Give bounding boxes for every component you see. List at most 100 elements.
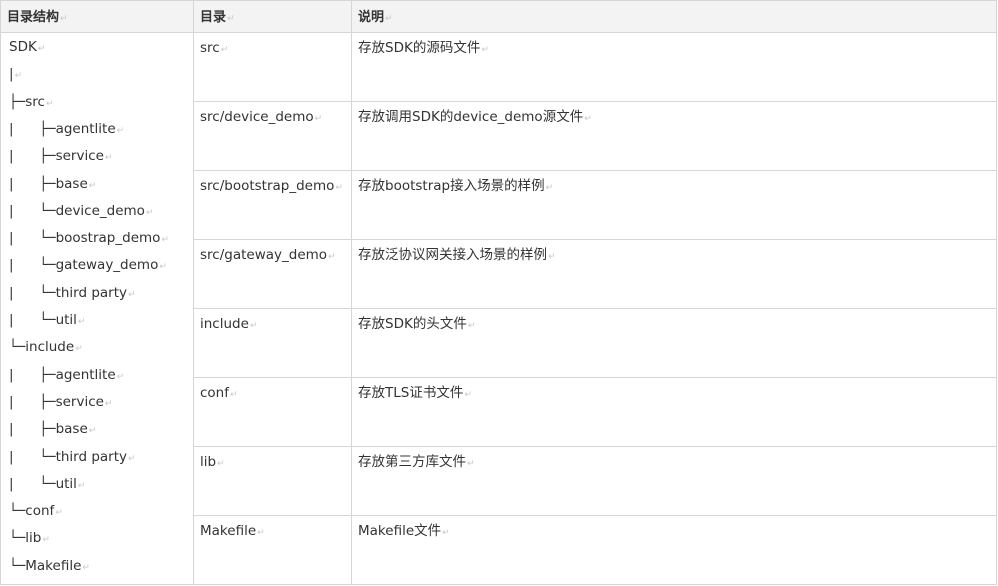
tree-connector: | ├─ [9, 175, 56, 192]
paragraph-mark-icon: ↵ [116, 371, 125, 382]
tree-item-label: agentlite [55, 366, 116, 383]
paragraph-mark-icon: ↵ [442, 528, 450, 538]
paragraph-mark-icon: ↵ [217, 459, 225, 469]
tree-item: └─include↵ [9, 335, 83, 359]
tree-item: | ├─agentlite↵ [9, 363, 124, 387]
table-row: conf↵ 存放TLS证书文件↵ [194, 378, 997, 447]
directory-cell: src/gateway_demo↵ [200, 244, 336, 268]
directory-name: src/bootstrap_demo [200, 178, 335, 194]
description-cell: 存放TLS证书文件↵ [358, 382, 472, 406]
paragraph-mark-icon: ↵ [220, 45, 229, 55]
directory-name: src/gateway_demo [200, 247, 328, 263]
table-row: src/bootstrap_demo↵ 存放bootstrap接入场景的样例↵ [194, 171, 997, 240]
description-text: 存放SDK的源码文件 [358, 40, 481, 56]
tree-connector: | ├─ [9, 393, 56, 410]
description-text: 存放SDK的头文件 [358, 316, 467, 332]
paragraph-mark-icon: ↵ [481, 45, 489, 55]
tree-item-label: base [55, 421, 88, 438]
tree-item-label: agentlite [55, 120, 116, 137]
tree-item: | └─util↵ [9, 308, 85, 332]
table-row: include↵ 存放SDK的头文件↵ [194, 309, 997, 378]
table-row: lib↵ 存放第三方库文件↵ [194, 447, 997, 516]
header-description-label: 说明 [358, 10, 385, 25]
tree-item: | ├─base↵ [9, 172, 96, 196]
description-cell: 存放bootstrap接入场景的样例↵ [358, 175, 553, 199]
tree-item: SDK↵ [9, 35, 45, 59]
tree-item-label: boostrap_demo [55, 230, 161, 247]
tree-item: | ├─service↵ [9, 144, 112, 168]
tree-item: | └─third party↵ [9, 281, 136, 305]
tree-connector: └─ [9, 557, 26, 574]
description-text: 存放调用SDK的device_demo源文件 [358, 109, 584, 125]
description-text: 存放第三方库文件 [358, 454, 466, 470]
paragraph-mark-icon: ↵ [88, 180, 97, 191]
description-cell: 存放SDK的头文件↵ [358, 313, 475, 337]
tree-connector: └─ [9, 339, 26, 356]
paragraph-mark-icon: ↵ [60, 14, 68, 24]
paragraph-mark-icon: ↵ [584, 114, 592, 124]
header-description: 说明↵ [352, 1, 393, 32]
tree-item: └─conf↵ [9, 499, 63, 523]
header-directory: 目录↵ [194, 1, 235, 32]
paragraph-mark-icon: ↵ [328, 252, 336, 262]
directory-cell: src/bootstrap_demo↵ [200, 175, 343, 199]
header-structure-label: 目录结构 [7, 10, 60, 25]
tree-connector: | └─ [9, 257, 56, 274]
tree-connector: | └─ [9, 230, 56, 247]
paragraph-mark-icon: ↵ [88, 426, 97, 437]
directory-cell: conf↵ [200, 382, 238, 406]
tree-item: | └─util↵ [9, 472, 85, 496]
paragraph-mark-icon: ↵ [548, 252, 556, 262]
paragraph-mark-icon: ↵ [227, 14, 235, 24]
paragraph-mark-icon: ↵ [467, 321, 476, 331]
tree-item-label: base [55, 175, 88, 192]
tree-item: | └─device_demo↵ [9, 199, 154, 223]
tree-item-label: util [55, 475, 77, 492]
tree-item: |↵ [9, 62, 22, 86]
tree-connector: | └─ [9, 448, 56, 465]
tree-item: | ├─agentlite↵ [9, 117, 124, 141]
tree-connector: | └─ [9, 475, 56, 492]
tree-item-label: service [55, 148, 104, 165]
paragraph-mark-icon: ↵ [82, 562, 90, 573]
directory-cell: src↵ [200, 37, 228, 61]
table-row: src/gateway_demo↵ 存放泛协议网关接入场景的样例↵ [194, 240, 997, 309]
directory-name: conf [200, 385, 229, 401]
directory-cell: Makefile↵ [200, 520, 265, 544]
description-cell: Makefile文件↵ [358, 520, 450, 544]
paragraph-mark-icon: ↵ [116, 125, 125, 136]
paragraph-mark-icon: ↵ [75, 344, 83, 355]
tree-item-label: third party [55, 448, 128, 465]
directory-name: Makefile [200, 523, 257, 539]
tree-item-label: Makefile [25, 557, 82, 574]
tree-item: | └─boostrap_demo↵ [9, 226, 169, 250]
tree-item-label: third party [55, 284, 128, 301]
tree-item: └─Makefile↵ [9, 554, 90, 578]
paragraph-mark-icon: ↵ [128, 453, 136, 464]
tree-item-label: conf [25, 503, 55, 520]
paragraph-mark-icon: ↵ [161, 235, 169, 246]
tree-connector: | ├─ [9, 421, 56, 438]
paragraph-mark-icon: ↵ [249, 321, 258, 331]
tree-item-label: device_demo [55, 202, 145, 219]
tree-connector: | └─ [9, 202, 56, 219]
description-cell: 存放第三方库文件↵ [358, 451, 475, 475]
paragraph-mark-icon: ↵ [335, 183, 343, 193]
tree-item-label: gateway_demo [55, 257, 159, 274]
paragraph-mark-icon: ↵ [464, 390, 472, 400]
tree-item-label: util [55, 312, 77, 328]
description-text: 存放泛协议网关接入场景的样例 [358, 247, 547, 263]
directory-name: include [200, 316, 249, 332]
directory-cell: lib↵ [200, 451, 225, 475]
tree-connector: | └─ [9, 284, 56, 301]
tree-connector: | ├─ [9, 366, 56, 383]
table-row: src↵ 存放SDK的源码文件↵ [194, 33, 997, 102]
description-cell: 存放SDK的源码文件↵ [358, 37, 489, 61]
paragraph-mark-icon: ↵ [104, 153, 113, 164]
tree-connector: ├─ [9, 93, 26, 110]
tree-connector: | [9, 66, 14, 83]
tree-connector: | └─ [9, 312, 56, 328]
directory-cell: src/device_demo↵ [200, 106, 322, 130]
paragraph-mark-icon: ↵ [42, 535, 50, 546]
description-cell: 存放调用SDK的device_demo源文件↵ [358, 106, 592, 130]
